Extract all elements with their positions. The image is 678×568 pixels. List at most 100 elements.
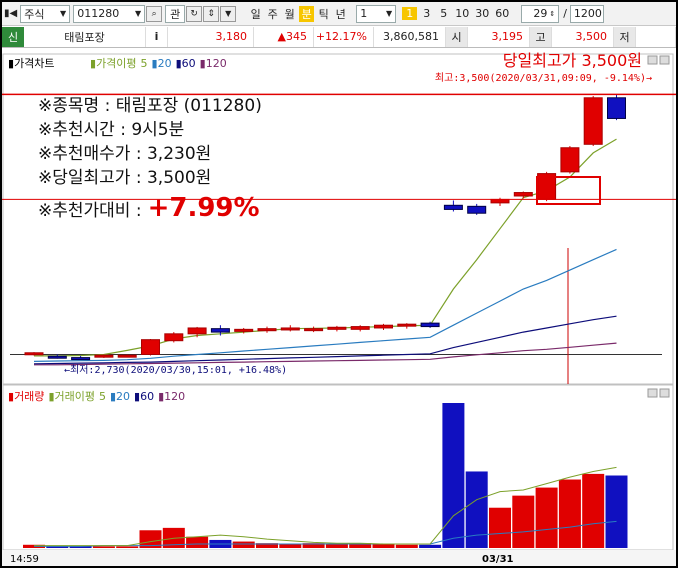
info-stock-name: ※종목명 : 태림포장 (011280) <box>38 96 262 116</box>
panel-menu-icon[interactable]: ▮◀ <box>4 8 17 19</box>
candle-body <box>304 328 324 332</box>
volume-value: 3,860,581 <box>374 26 446 47</box>
search-icon[interactable]: ⌕ <box>146 5 163 22</box>
candle-body <box>583 97 603 145</box>
volume-bar <box>535 487 558 548</box>
candle-body <box>607 97 626 119</box>
minimize-icon[interactable] <box>647 388 658 398</box>
tab-year[interactable]: 년 <box>333 6 348 22</box>
period-select[interactable]: 1 ▼ <box>356 4 397 23</box>
candle-body <box>71 357 91 361</box>
view-label: 관 <box>170 7 181 21</box>
x-tick-left: 14:59 <box>10 554 39 565</box>
volume-panel: ▮거래량 ▮거래이평 5 ▮20 ▮60 ▮120 <box>2 384 674 551</box>
chevron-down-icon[interactable]: ▼ <box>220 5 237 22</box>
close-icon[interactable] <box>659 388 670 398</box>
change-percent: +12.17% <box>314 26 374 47</box>
candle-body <box>443 204 463 210</box>
candle-body <box>327 326 347 330</box>
up-down-icon[interactable]: ⇕ <box>203 5 220 22</box>
info-day-high: ※당일최고가 : 3,500원 <box>38 168 212 188</box>
chevron-down-icon: ▼ <box>386 9 393 18</box>
candle-body <box>420 322 440 328</box>
info-gain-row: ※추천가대비 : +7.99% <box>38 193 262 223</box>
count-separator: / <box>563 7 567 20</box>
interval-3-button[interactable]: 3 <box>419 7 434 20</box>
minimize-icon[interactable] <box>647 55 658 65</box>
volume-bar <box>92 546 115 548</box>
display-count-value: 1200 <box>573 7 602 20</box>
view-button[interactable]: 관 <box>165 4 186 23</box>
open-label: 시 <box>446 26 468 47</box>
display-count-input[interactable]: 1200 <box>569 4 604 23</box>
tab-month[interactable]: 월 <box>282 6 297 22</box>
tab-tick[interactable]: 틱 <box>316 6 331 22</box>
candle-body <box>117 354 137 358</box>
x-axis: 14:59 03/31 <box>2 550 676 566</box>
volume-bar <box>489 507 511 548</box>
interval-10-button[interactable]: 10 <box>453 7 471 20</box>
volume-bar <box>186 536 209 548</box>
volume-bar <box>558 479 581 548</box>
high-value: 3,500 <box>552 26 614 47</box>
refresh-icon[interactable]: ↻ <box>186 5 203 22</box>
volume-bar <box>232 541 255 548</box>
price-legend-main: ▮가격차트 <box>8 57 55 70</box>
x-axis-background <box>2 550 676 566</box>
candle-body <box>467 205 487 214</box>
quote-bar: 신 태림포장 i 3,180 ▲345 +12.17% 3,860,581 시 … <box>2 26 676 48</box>
candle-body <box>397 323 417 327</box>
current-price: 3,180 <box>168 26 254 47</box>
candle-body <box>513 192 533 197</box>
market-select[interactable]: 주식 ▼ <box>20 4 71 23</box>
interval-1-button[interactable]: 1 <box>402 7 418 20</box>
stock-code-input[interactable]: 011280 ▼ <box>73 4 146 23</box>
x-tick-date: 03/31 <box>482 554 514 565</box>
toolbar: ▮◀ 주식 ▼ 011280 ▼ ⌕ 관 ↻ ⇕ ▼ 일 주 월 분 틱 년 1 ▼ … <box>2 2 676 26</box>
info-gain-value: +7.99% <box>147 193 260 223</box>
high-label: 고 <box>530 26 552 47</box>
chevron-down-icon: ▼ <box>135 9 142 18</box>
candle-body <box>374 324 393 329</box>
chart-window: ▮◀ 주식 ▼ 011280 ▼ ⌕ 관 ↻ ⇕ ▼ 일 주 월 분 틱 년 1 ▼ … <box>2 2 676 566</box>
candle-body <box>280 327 300 331</box>
volume-bar <box>419 544 442 548</box>
candle-body <box>94 354 114 358</box>
interval-5-button[interactable]: 5 <box>436 7 451 20</box>
volume-bar <box>395 544 418 548</box>
candle-body <box>47 355 67 359</box>
price-change: ▲345 <box>254 26 314 47</box>
candle-body <box>164 333 184 342</box>
high-marker-label: 최고:3,500(2020/03/31,09:09, -9.14%)→ <box>435 72 652 84</box>
info-icon[interactable]: i <box>146 26 168 47</box>
interval-60-button[interactable]: 60 <box>493 7 511 20</box>
tab-week[interactable]: 주 <box>265 6 280 22</box>
recommendation-info: ※종목명 : 태림포장 (011280) ※추천시간 : 9시5분 ※추천매수가… <box>38 94 262 223</box>
volume-bar <box>279 543 302 548</box>
interval-30-button[interactable]: 30 <box>473 7 491 20</box>
close-icon[interactable] <box>659 55 670 65</box>
credit-badge: 신 <box>2 26 24 47</box>
open-value: 3,195 <box>468 26 530 47</box>
stock-code-value: 011280 <box>77 7 120 20</box>
count-stepper[interactable]: 29 ⇕ <box>521 4 560 23</box>
candle-body <box>560 147 580 173</box>
high-annotation: 당일최고가 3,500원 <box>503 51 642 70</box>
volume-bar <box>442 403 465 548</box>
price-legend-ma: ▮가격이평 5 ▮20 ▮60 ▮120 <box>90 57 227 70</box>
tab-day[interactable]: 일 <box>248 6 263 22</box>
candle-body <box>210 328 230 333</box>
count-value: 29 <box>533 7 548 20</box>
stock-name: 태림포장 <box>24 26 146 47</box>
low-marker-label: ←최저:2,730(2020/03/30,15:01, +16.48%) <box>64 364 287 376</box>
volume-bar <box>325 543 348 548</box>
candle-body <box>141 339 160 355</box>
tab-minute[interactable]: 분 <box>299 5 315 22</box>
candle-body <box>187 327 207 335</box>
info-recommend-time: ※추천시간 : 9시5분 <box>38 120 185 140</box>
market-value: 주식 <box>24 7 45 21</box>
chevron-down-icon: ▼ <box>60 9 67 18</box>
candle-body <box>257 328 277 332</box>
volume-bar <box>372 543 395 548</box>
period-tabs: 일 주 월 분 틱 년 <box>246 5 348 22</box>
